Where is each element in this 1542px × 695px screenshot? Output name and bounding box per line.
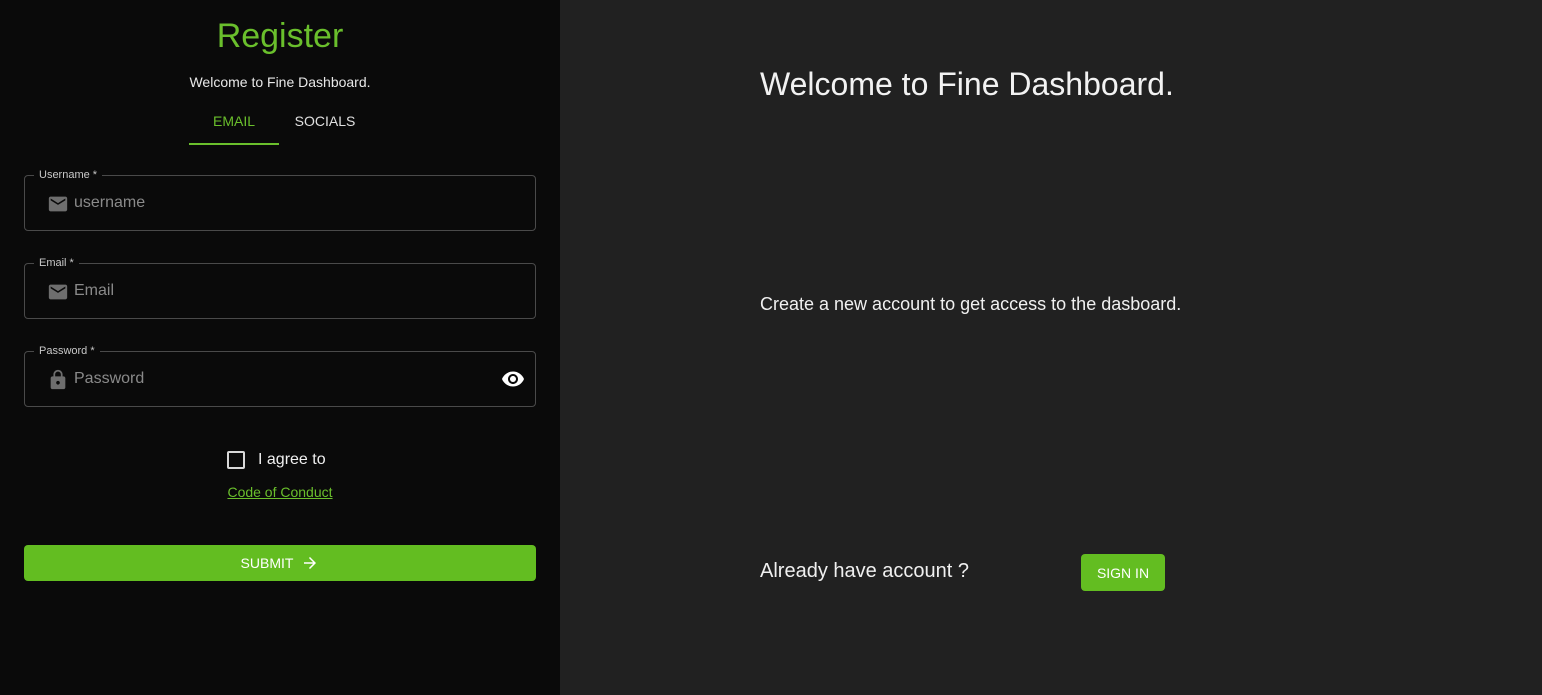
- mail-icon: [48, 284, 68, 300]
- email-input[interactable]: [74, 264, 494, 318]
- submit-button[interactable]: SUBMIT: [24, 545, 536, 581]
- register-subtitle: Welcome to Fine Dashboard.: [189, 74, 371, 90]
- email-label: Email *: [34, 256, 79, 270]
- register-title: Register: [216, 17, 344, 55]
- agree-row: I agree to: [227, 450, 326, 470]
- tab-active-indicator: [189, 143, 279, 145]
- info-panel: Welcome to Fine Dashboard. Create a new …: [560, 0, 1542, 695]
- lock-icon: [50, 369, 66, 390]
- page: Register Welcome to Fine Dashboard. EMAI…: [0, 0, 1542, 695]
- arrow-right-icon: [304, 557, 317, 569]
- register-panel: Register Welcome to Fine Dashboard. EMAI…: [0, 0, 560, 695]
- code-of-conduct-link[interactable]: Code of Conduct: [227, 484, 332, 500]
- sign-in-button[interactable]: SIGN IN: [1081, 554, 1165, 591]
- agree-checkbox[interactable]: [227, 451, 245, 469]
- eye-icon[interactable]: [501, 367, 525, 391]
- password-field[interactable]: Password *: [24, 344, 536, 407]
- tab-email[interactable]: EMAIL: [189, 104, 279, 146]
- username-input[interactable]: [74, 176, 494, 230]
- email-field[interactable]: Email *: [24, 256, 536, 319]
- username-field[interactable]: Username *: [24, 168, 536, 231]
- mail-icon: [48, 196, 68, 212]
- already-have-account-text: Already have account ?: [760, 560, 970, 582]
- code-of-conduct-row: Code of Conduct: [0, 483, 560, 501]
- tab-socials[interactable]: SOCIALS: [280, 104, 370, 146]
- info-description: Create a new account to get access to th…: [760, 294, 1182, 314]
- password-input[interactable]: [74, 352, 494, 406]
- submit-label: SUBMIT: [240, 555, 294, 571]
- agree-label: I agree to: [258, 451, 326, 468]
- info-heading: Welcome to Fine Dashboard.: [760, 66, 1174, 102]
